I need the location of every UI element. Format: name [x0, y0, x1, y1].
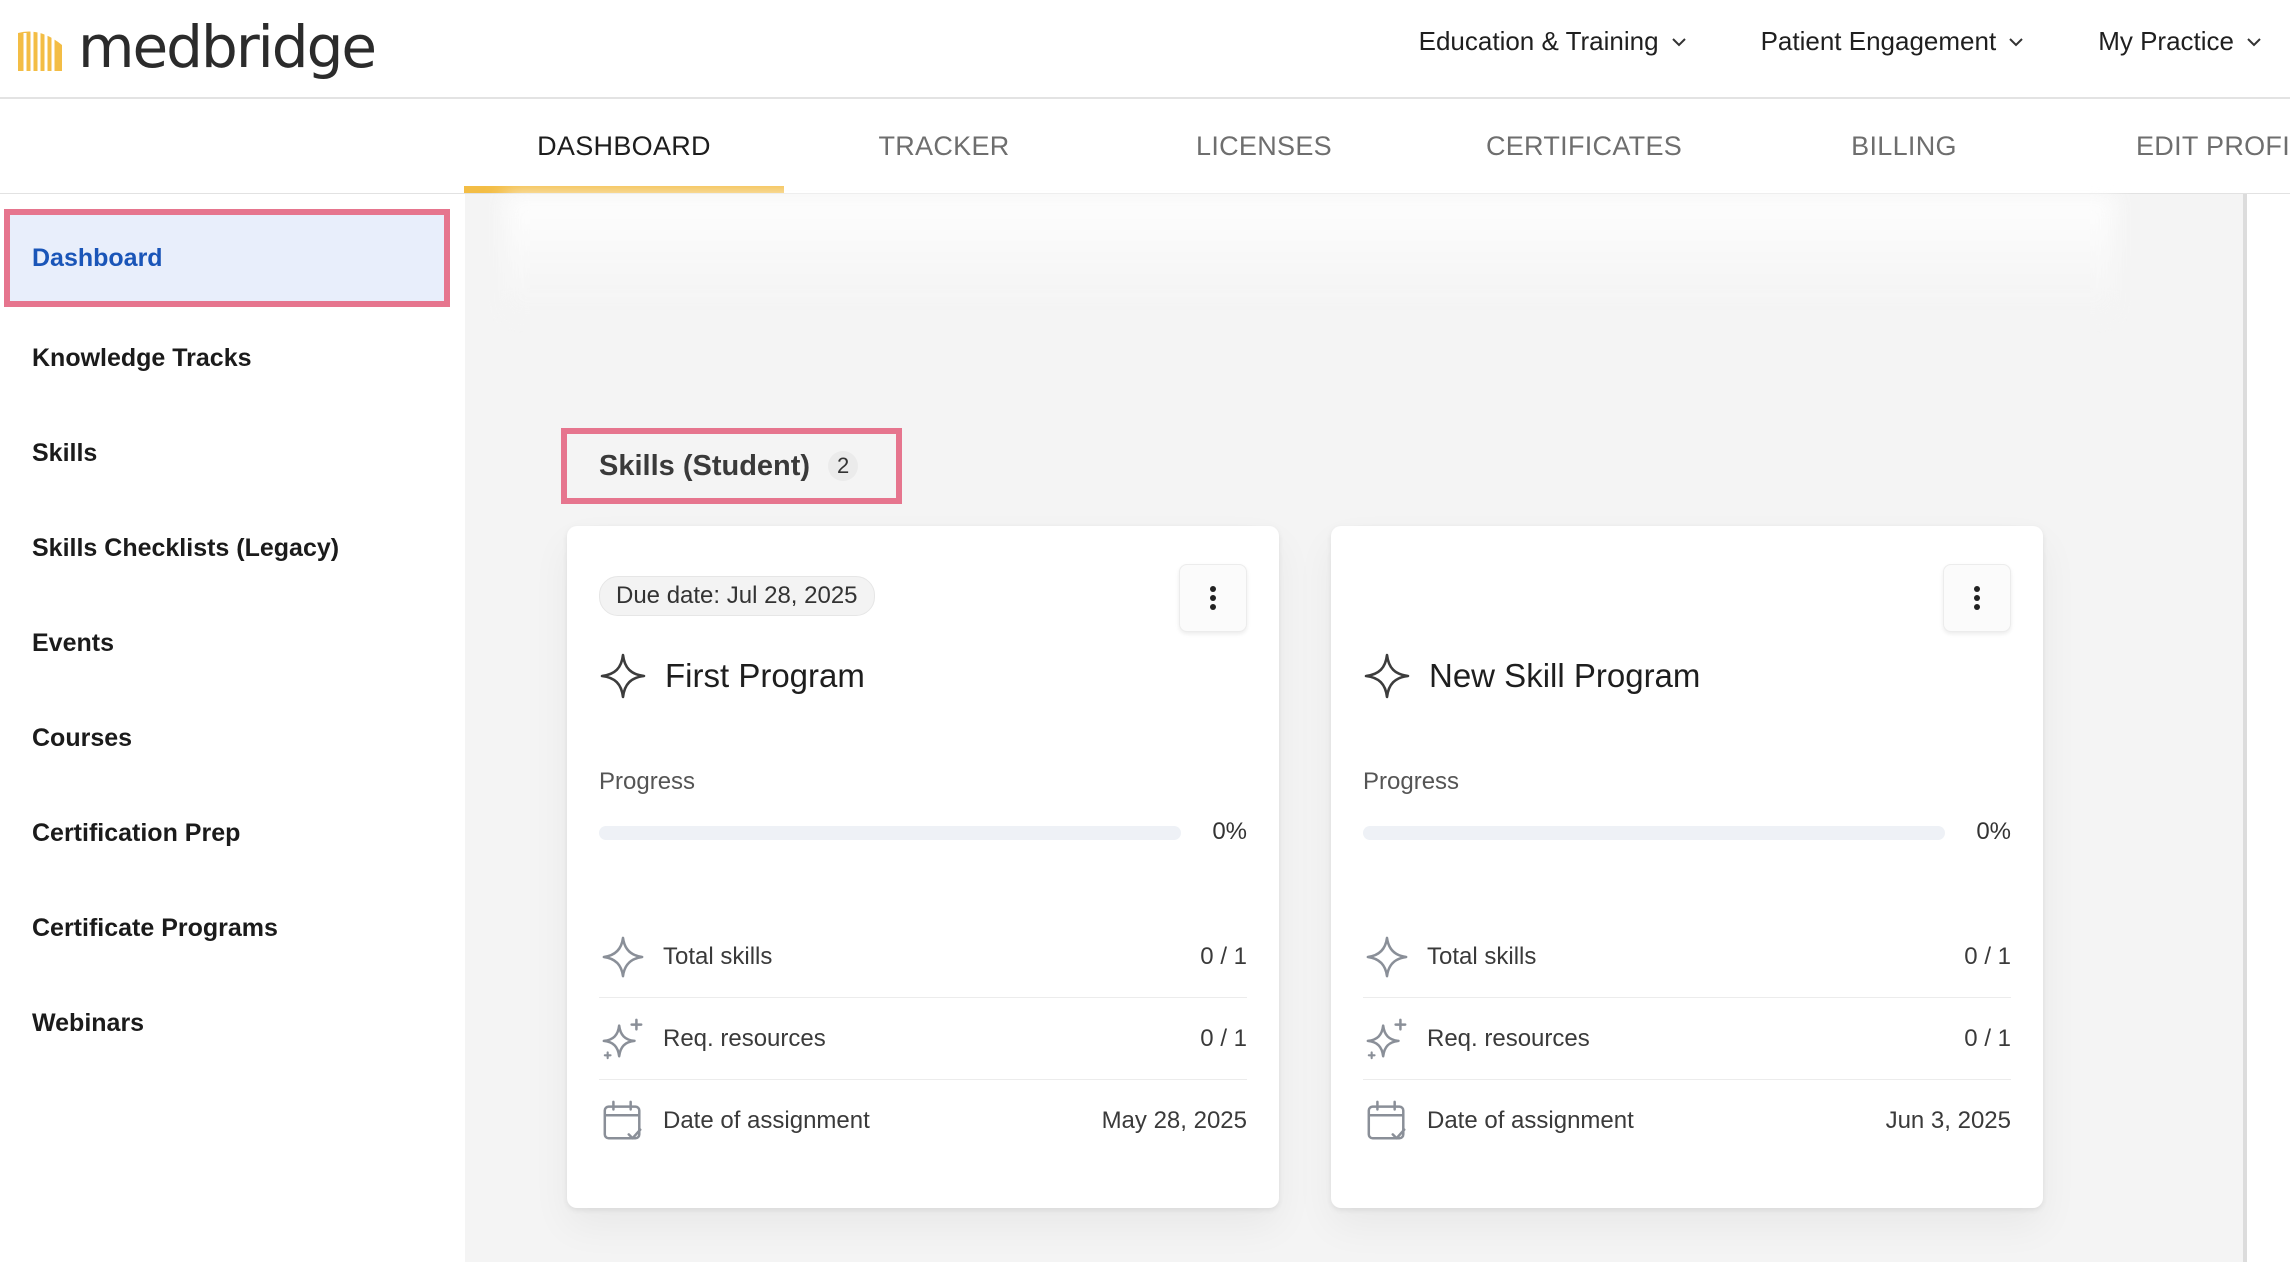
nav-label: Education & Training [1418, 26, 1659, 56]
more-vertical-icon [1210, 586, 1216, 610]
stat-label: Total skills [663, 942, 773, 970]
nav-my-practice[interactable]: My Practice [2098, 26, 2262, 57]
sidebar-item-courses[interactable]: Courses [10, 695, 444, 781]
chevron-down-icon [2009, 37, 2023, 46]
sparkle-icon [599, 933, 647, 981]
sparkle-icon [1364, 653, 1410, 699]
sidebar-item-certification-prep[interactable]: Certification Prep [10, 790, 444, 876]
sidebar: Dashboard Knowledge Tracks Skills Skills… [0, 194, 464, 1262]
progress-bar [1363, 826, 1945, 840]
top-header: medbridge Education & Training Patient E… [0, 0, 2290, 99]
sparkle-icon [600, 653, 646, 699]
sparkle-icon [1363, 933, 1411, 981]
sidebar-item-skills[interactable]: Skills [10, 410, 444, 496]
card-menu-button[interactable] [1179, 564, 1247, 632]
chevron-down-icon [2247, 37, 2261, 46]
skill-program-card[interactable]: Due date: Jul 28, 2025 First Program Pro… [567, 526, 1279, 1208]
stat-label: Total skills [1427, 942, 1537, 970]
account-tabs: DASHBOARD TRACKER LICENSES CERTIFICATES … [0, 99, 2290, 194]
sidebar-item-events[interactable]: Events [10, 600, 444, 686]
card-menu-button[interactable] [1943, 564, 2011, 632]
card-title-row: New Skill Program [1363, 652, 1700, 700]
sidebar-item-dashboard[interactable]: Dashboard [4, 209, 450, 307]
right-gutter [2247, 194, 2290, 1262]
progress-label: Progress [599, 768, 696, 795]
stat-required-resources: Req. resources 0 / 1 [599, 998, 1247, 1080]
stat-value: 0 / 1 [1200, 942, 1247, 970]
blurred-content-area [505, 194, 2115, 314]
tab-dashboard[interactable]: DASHBOARD [464, 99, 784, 193]
section-count-badge: 2 [828, 451, 859, 481]
logo-text: medbridge [78, 13, 377, 81]
nav-education-training[interactable]: Education & Training [1419, 26, 1687, 57]
nav-label: My Practice [2098, 26, 2234, 56]
stat-value: 0 / 1 [1964, 942, 2011, 970]
top-navigation: Education & Training Patient Engagement … [1419, 26, 2262, 57]
sparkles-icon [1363, 1015, 1411, 1063]
stat-date-of-assignment: Date of assignment Jun 3, 2025 [1363, 1080, 2011, 1162]
stat-total-skills: Total skills 0 / 1 [1363, 916, 2011, 998]
more-vertical-icon [1974, 586, 1980, 610]
section-title: Skills (Student) [599, 449, 811, 482]
calendar-check-icon [599, 1097, 647, 1145]
stat-date-of-assignment: Date of assignment May 28, 2025 [599, 1080, 1247, 1162]
stat-label: Req. resources [663, 1024, 826, 1052]
program-title[interactable]: First Program [665, 657, 865, 695]
tab-licenses[interactable]: LICENSES [1104, 99, 1424, 193]
due-date-badge: Due date: Jul 28, 2025 [599, 576, 875, 616]
progress-label: Progress [1363, 768, 1460, 795]
tab-certificates[interactable]: CERTIFICATES [1424, 99, 1744, 193]
sparkles-icon [599, 1015, 647, 1063]
tab-tracker[interactable]: TRACKER [784, 99, 1104, 193]
progress-percent: 0% [1976, 818, 2011, 845]
stat-value: Jun 3, 2025 [1885, 1107, 2011, 1134]
progress-percent: 0% [1212, 818, 1247, 845]
stat-label: Req. resources [1427, 1024, 1590, 1052]
skills-section-header: Skills (Student) 2 [561, 428, 902, 504]
nav-label: Patient Engagement [1760, 26, 1997, 56]
stat-value: May 28, 2025 [1101, 1107, 1247, 1134]
tab-billing[interactable]: BILLING [1744, 99, 2064, 193]
logo-mark-icon [18, 31, 62, 71]
nav-patient-engagement[interactable]: Patient Engagement [1761, 26, 2025, 57]
stat-value: 0 / 1 [1200, 1024, 1247, 1052]
chevron-down-icon [1671, 37, 1686, 46]
card-title-row: First Program [599, 652, 865, 700]
sidebar-item-webinars[interactable]: Webinars [10, 980, 444, 1066]
sidebar-item-knowledge-tracks[interactable]: Knowledge Tracks [10, 315, 444, 401]
skill-program-card[interactable]: New Skill Program Progress 0% Total skil… [1331, 526, 2043, 1208]
medbridge-logo[interactable]: medbridge [12, 13, 377, 81]
tab-edit-profile[interactable]: EDIT PROFIL [2064, 99, 2290, 193]
stat-label: Date of assignment [1427, 1107, 1634, 1134]
sidebar-item-skills-checklists[interactable]: Skills Checklists (Legacy) [10, 505, 444, 591]
program-title[interactable]: New Skill Program [1429, 657, 1700, 695]
stat-required-resources: Req. resources 0 / 1 [1363, 998, 2011, 1080]
stat-value: 0 / 1 [1964, 1024, 2011, 1052]
calendar-check-icon [1363, 1097, 1411, 1145]
stat-label: Date of assignment [663, 1107, 870, 1134]
sidebar-item-certificate-programs[interactable]: Certificate Programs [10, 885, 444, 971]
stat-total-skills: Total skills 0 / 1 [599, 916, 1247, 998]
progress-bar [599, 826, 1181, 840]
